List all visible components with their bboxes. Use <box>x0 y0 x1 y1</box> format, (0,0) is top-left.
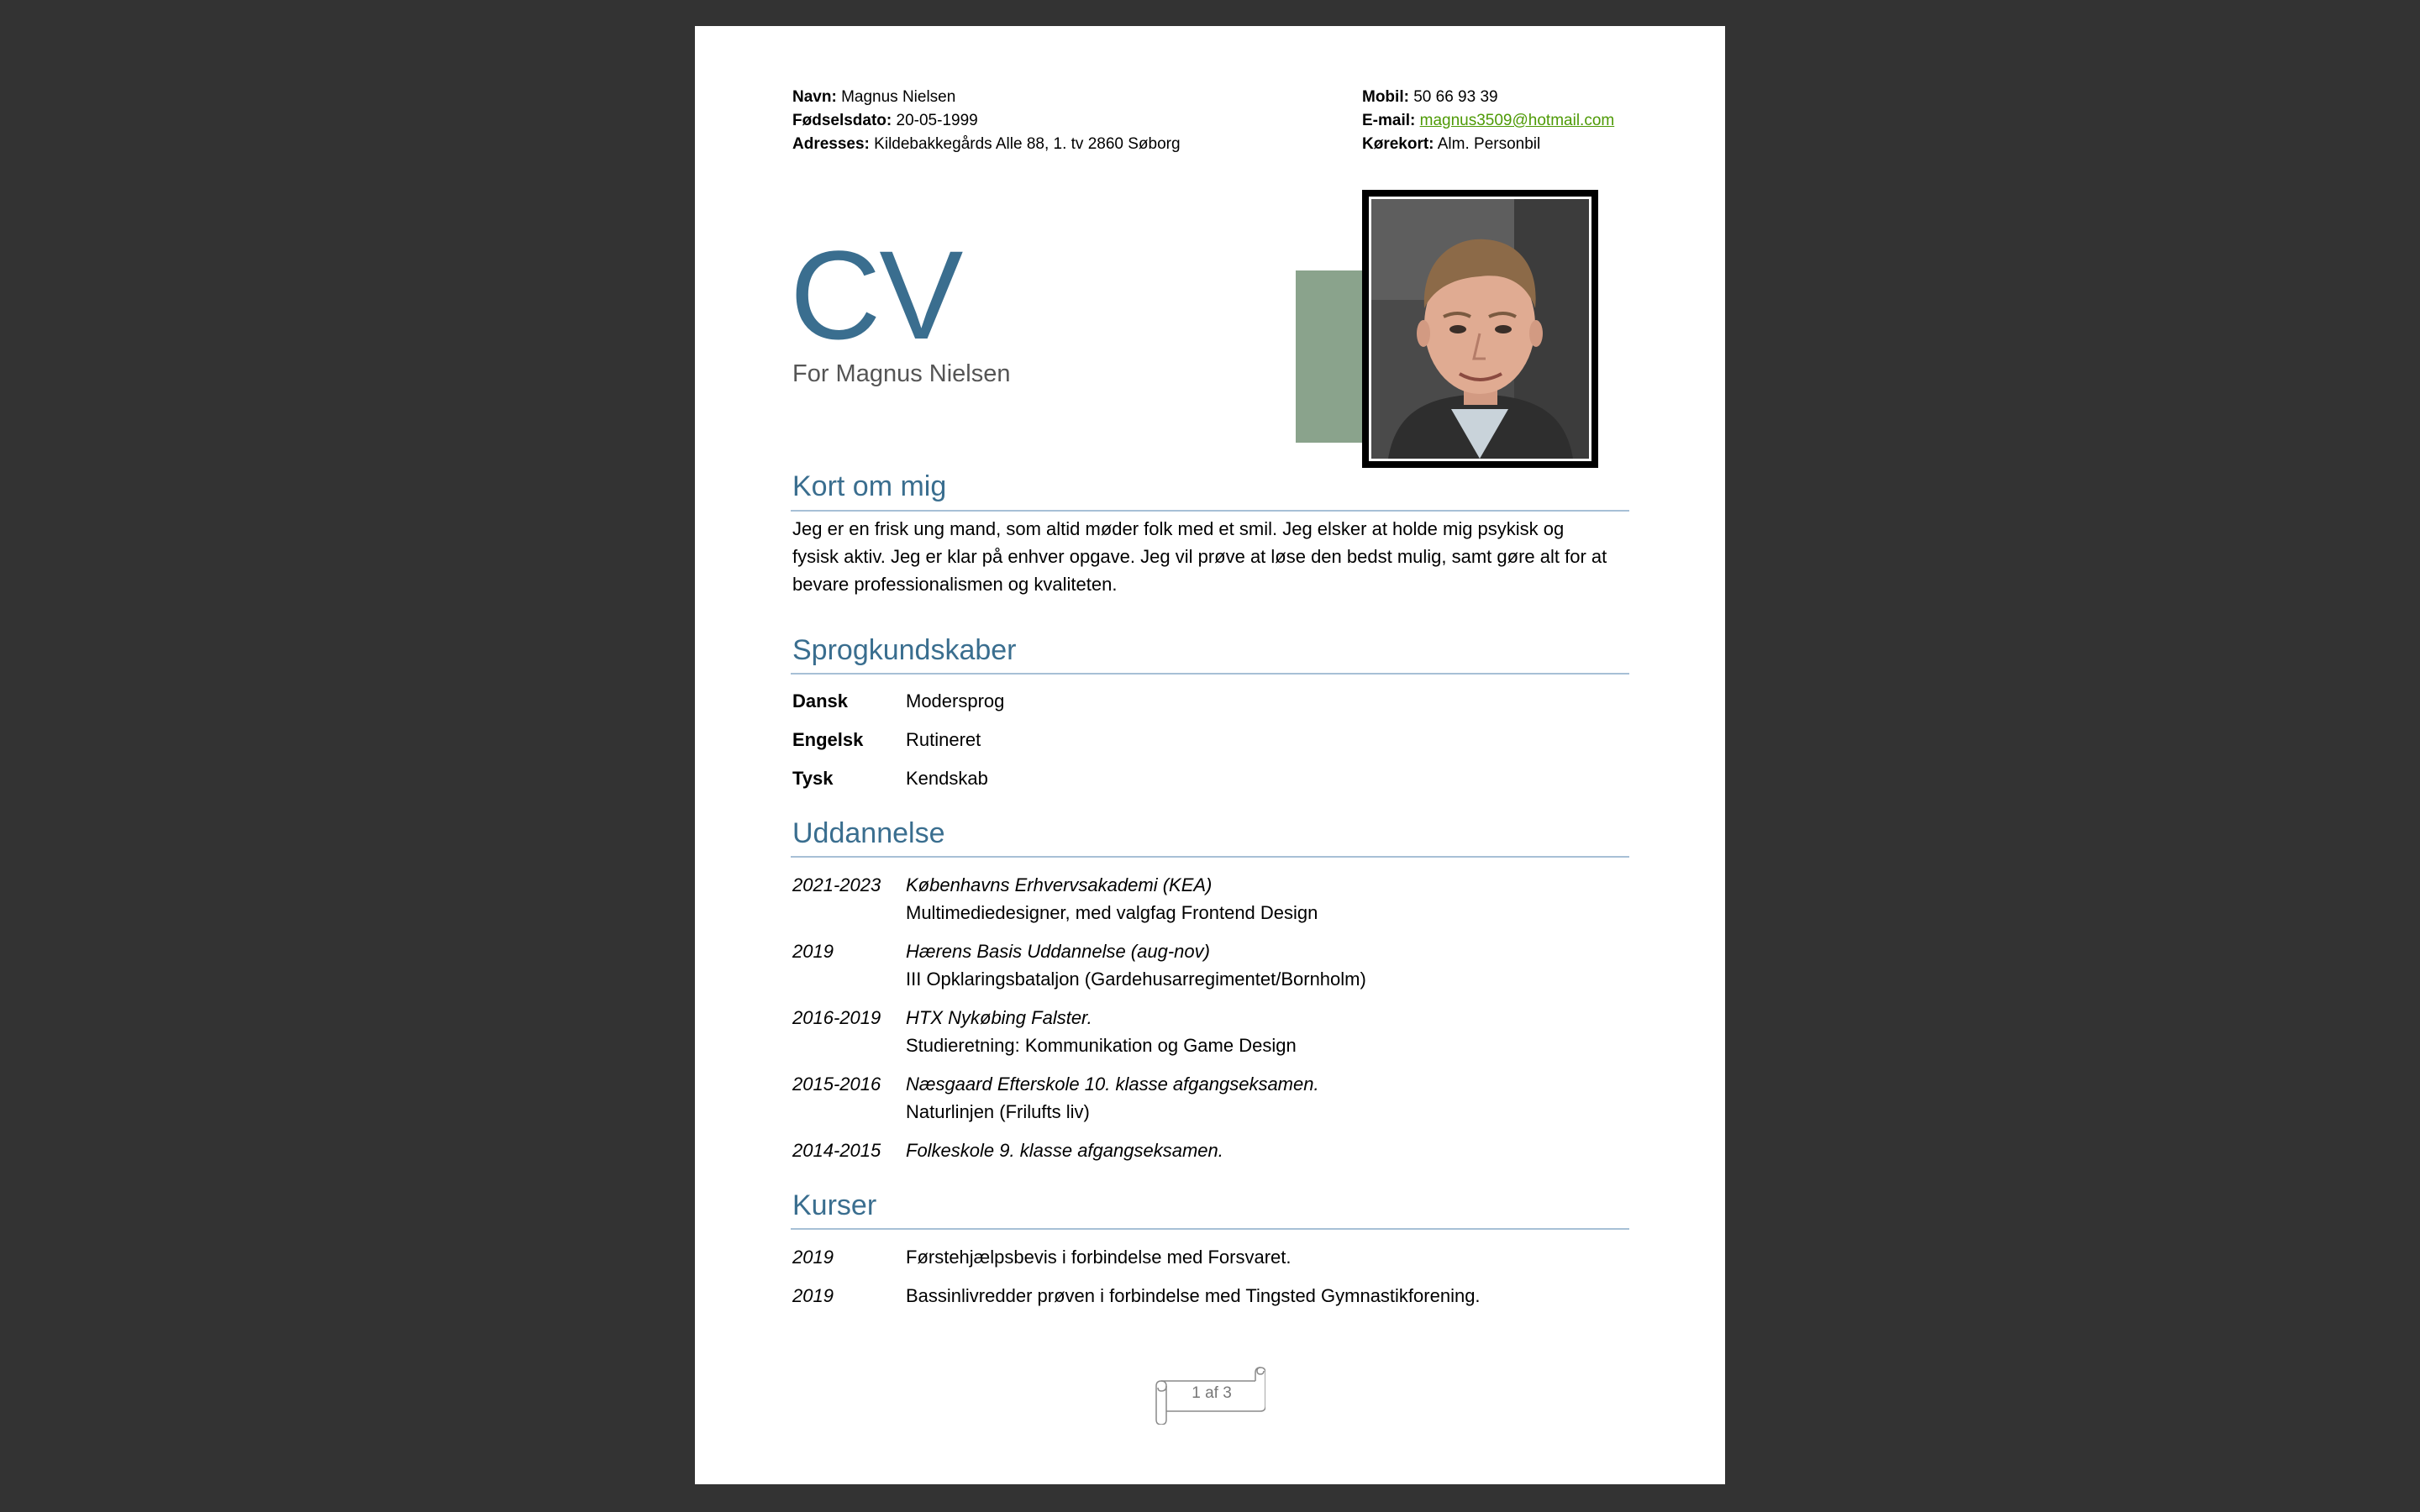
education-detail: III Opklaringsbataljon (Gardehusarregime… <box>906 969 1366 990</box>
section-divider <box>791 510 1629 512</box>
education-detail: Studieretning: Kommunikation og Game Des… <box>906 1035 1297 1056</box>
header-label: Kørekort: <box>1362 135 1434 153</box>
course-text: Førstehjælpsbevis i forbindelse med Fors… <box>906 1247 1292 1268</box>
section-title-about: Kort om mig <box>792 470 947 502</box>
header-label: Adresses: <box>792 135 870 153</box>
education-school: Næsgaard Efterskole 10. klasse afgangsek… <box>906 1074 1319 1095</box>
education-period: 2015-2016 <box>792 1074 881 1095</box>
education-period: 2019 <box>792 941 834 962</box>
language-level: Modersprog <box>906 690 1005 711</box>
about-line: fysisk aktiv. Jeg er klar på enhver opga… <box>792 546 1607 567</box>
header-license-line: Kørekort: Alm. Personbil <box>1362 133 1614 156</box>
header-right: Mobil: 50 66 93 39 E-mail: magnus3509@ho… <box>1362 86 1614 156</box>
education-period: 2016-2019 <box>792 1007 881 1028</box>
course-text: Bassinlivredder prøven i forbindelse med… <box>906 1285 1481 1306</box>
language-level: Kendskab <box>906 768 988 789</box>
about-line: bevare professionalismen og kvaliteten. <box>792 574 1118 595</box>
section-divider <box>791 1228 1629 1230</box>
header-label: Fødselsdato: <box>792 112 892 129</box>
section-title-education: Uddannelse <box>792 817 945 849</box>
email-link[interactable]: magnus3509@hotmail.com <box>1420 112 1615 129</box>
education-period: 2021-2023 <box>792 874 881 895</box>
section-title-languages: Sprogkundskaber <box>792 634 1017 666</box>
profile-photo <box>1369 197 1591 461</box>
education-period: 2014-2015 <box>792 1140 881 1161</box>
language-name: Tysk <box>792 768 834 789</box>
header-label: Mobil: <box>1362 88 1409 106</box>
header-mobile-line: Mobil: 50 66 93 39 <box>1362 86 1614 109</box>
section-divider <box>791 856 1629 858</box>
page-subtitle: For Magnus Nielsen <box>792 360 1011 387</box>
education-school: Københavns Erhvervsakademi (KEA) <box>906 874 1213 895</box>
header-value: Kildebakkegårds Alle 88, 1. tv 2860 Søbo… <box>874 135 1181 153</box>
about-line: Jeg er en frisk ung mand, som altid møde… <box>792 518 1565 539</box>
education-detail: Naturlinjen (Frilufts liv) <box>906 1101 1090 1122</box>
header-left: Navn: Magnus Nielsen Fødselsdato: 20-05-… <box>792 86 1181 156</box>
course-year: 2019 <box>792 1285 834 1306</box>
portrait-illustration <box>1371 199 1589 459</box>
page-number: 1 af 3 <box>1192 1384 1232 1402</box>
header-value: 20-05-1999 <box>896 112 978 129</box>
header-label: Navn: <box>792 88 837 106</box>
page-title: CV <box>790 224 963 365</box>
header-value: Magnus Nielsen <box>841 88 956 106</box>
education-detail: Multimediedesigner, med valgfag Frontend… <box>906 902 1318 923</box>
page-number-scroll: 1 af 3 <box>1155 1366 1265 1425</box>
education-school: HTX Nykøbing Falster. <box>906 1007 1092 1028</box>
header-birthdate-line: Fødselsdato: 20-05-1999 <box>792 109 1181 133</box>
education-school: Folkeskole 9. klasse afgangseksamen. <box>906 1140 1223 1161</box>
section-divider <box>791 673 1629 675</box>
profile-photo-frame <box>1362 190 1598 468</box>
course-year: 2019 <box>792 1247 834 1268</box>
language-level: Rutineret <box>906 729 981 750</box>
header-value: Alm. Personbil <box>1437 135 1541 153</box>
about-paragraph: Jeg er en frisk ung mand, som altid møde… <box>792 515 1633 598</box>
language-name: Engelsk <box>792 729 864 750</box>
header-email-line: E-mail: magnus3509@hotmail.com <box>1362 109 1614 133</box>
language-name: Dansk <box>792 690 849 711</box>
header-value: 50 66 93 39 <box>1413 88 1498 106</box>
header-label: E-mail: <box>1362 112 1416 129</box>
document-page: Navn: Magnus Nielsen Fødselsdato: 20-05-… <box>695 26 1725 1484</box>
header-address-line: Adresses: Kildebakkegårds Alle 88, 1. tv… <box>792 133 1181 156</box>
section-title-courses: Kurser <box>792 1189 877 1221</box>
education-school: Hærens Basis Uddannelse (aug-nov) <box>906 941 1210 962</box>
header-name-line: Navn: Magnus Nielsen <box>792 86 1181 109</box>
